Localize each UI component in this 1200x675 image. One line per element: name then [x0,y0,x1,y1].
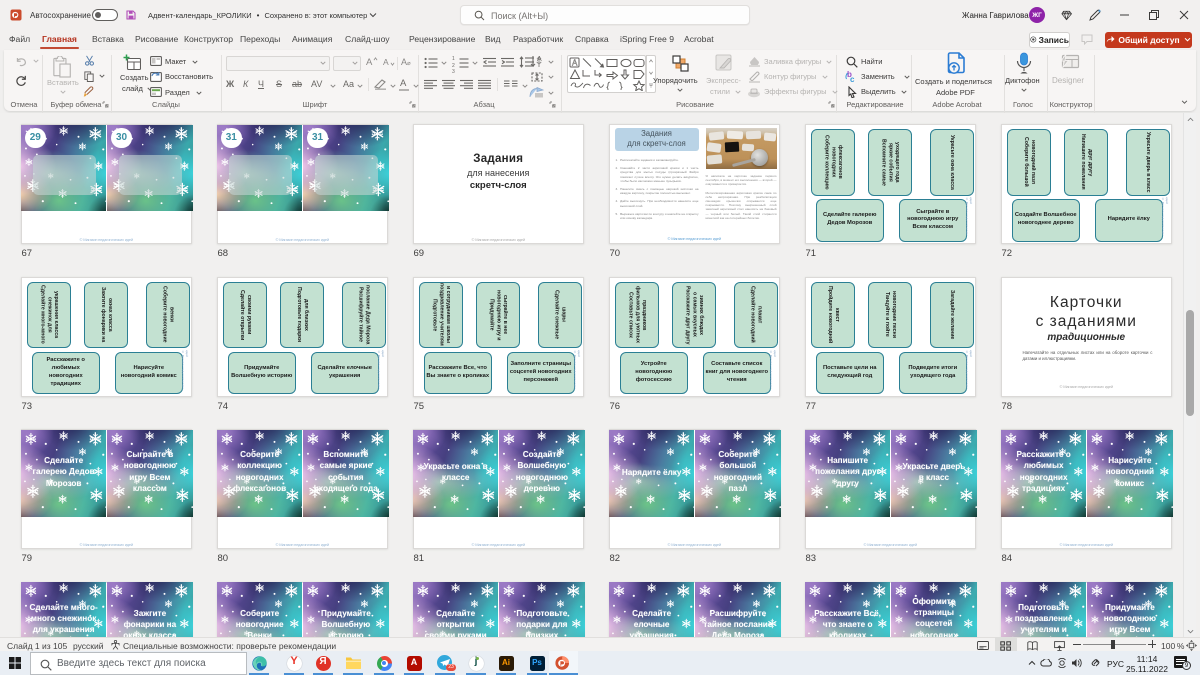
svg-text:c: c [850,75,855,83]
svg-text:A: A [572,59,578,68]
svg-text:А: А [537,56,542,63]
